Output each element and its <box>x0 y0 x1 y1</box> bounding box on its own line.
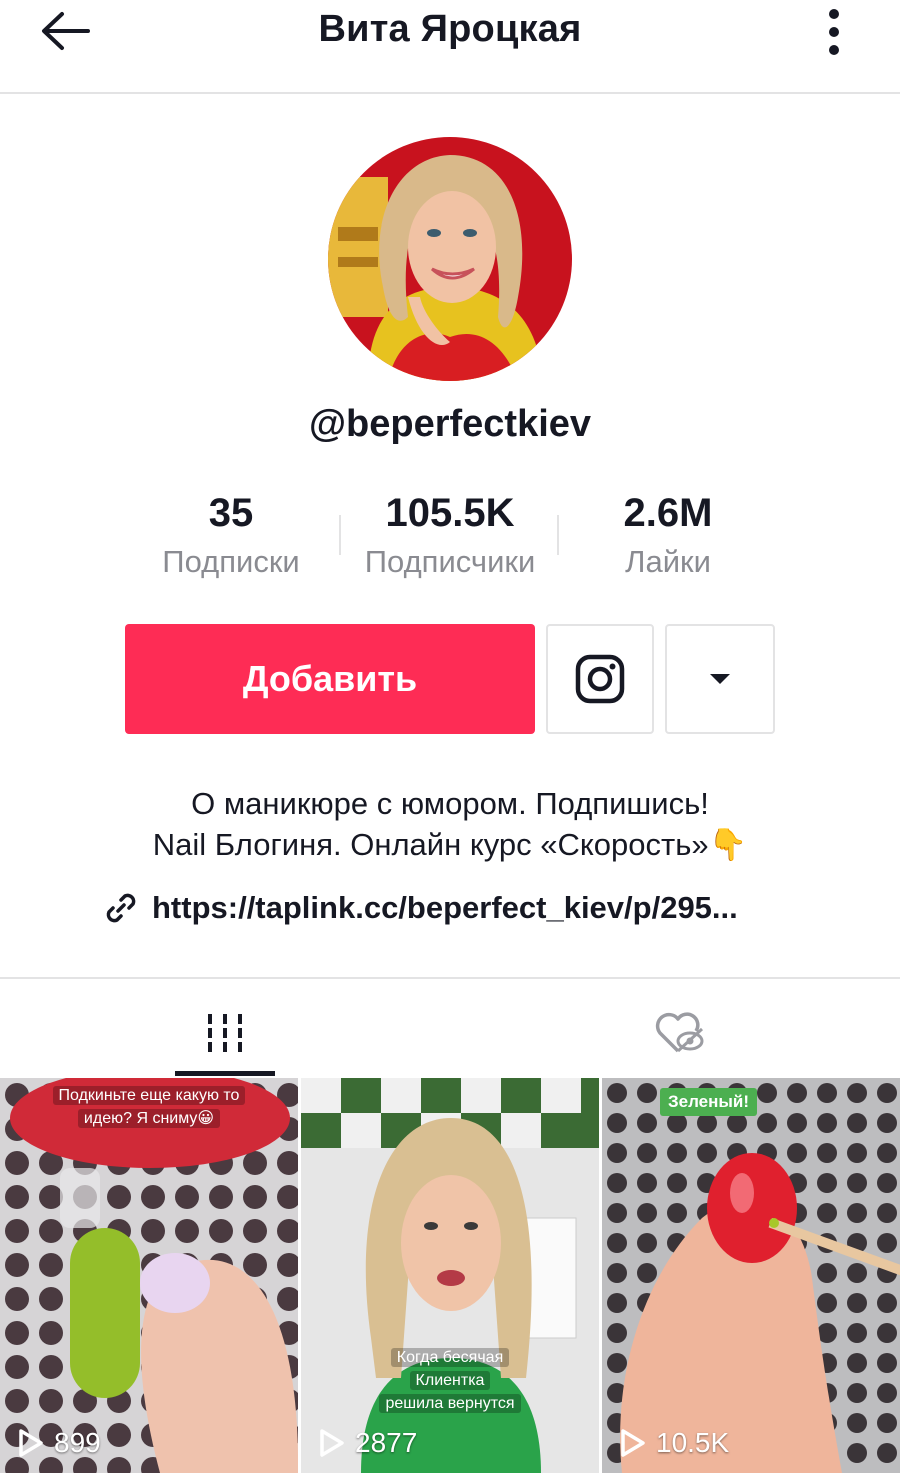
page-title: Вита Яроцкая <box>318 8 582 50</box>
view-count: 899 <box>18 1427 101 1459</box>
stat-following-value: 35 <box>208 491 254 535</box>
more-options-button[interactable] <box>816 6 852 58</box>
video-grid: Подкиньте еще какую то идею? Я сниму😀 89… <box>0 1078 900 1473</box>
profile-link[interactable]: https://taplink.cc/beperfect_kiev/p/295.… <box>104 886 738 930</box>
stat-followers[interactable]: 105.5K Подписчики <box>330 488 570 586</box>
bio-line-2: Nail Блогиня. Онлайн курс «Скорость»👇 <box>152 827 748 862</box>
tab-videos[interactable] <box>175 990 275 1076</box>
play-icon <box>320 1429 344 1457</box>
bio-line-1: О маникюре с юмором. Подпишись! <box>191 786 709 821</box>
follow-button[interactable]: Добавить <box>125 624 535 734</box>
video-caption: Подкиньте еще какую то идею? Я сниму😀 <box>14 1084 284 1130</box>
suggested-accounts-button[interactable] <box>665 624 775 734</box>
video-tile[interactable]: Зеленый! 10.5K <box>602 1078 900 1473</box>
stat-followers-label: Подписчики <box>364 544 536 579</box>
video-tile[interactable]: Подкиньте еще какую то идею? Я сниму😀 89… <box>0 1078 298 1473</box>
play-icon <box>19 1429 43 1457</box>
tab-liked[interactable] <box>630 990 730 1076</box>
link-icon <box>106 893 136 923</box>
stat-likes-value: 2.6M <box>623 491 713 535</box>
divider <box>0 977 900 979</box>
grid-icon <box>208 1014 242 1052</box>
stat-followers-value: 105.5K <box>385 491 515 535</box>
top-bar: Вита Яроцкая <box>0 0 900 94</box>
stat-following-label: Подписки <box>162 544 300 579</box>
more-vertical-icon <box>829 9 839 55</box>
video-badge: Зеленый! <box>660 1088 758 1116</box>
stat-likes[interactable]: 2.6M Лайки <box>548 488 788 586</box>
heart-hidden-icon <box>655 1012 704 1053</box>
active-tab-indicator <box>175 1071 275 1076</box>
stat-likes-label: Лайки <box>625 544 711 579</box>
video-caption: Когда бесячая Клиентка решила вернутся <box>321 1346 579 1415</box>
username: @beperfectkiev <box>308 403 592 445</box>
video-tile[interactable]: Когда бесячая Клиентка решила вернутся 2… <box>301 1078 599 1473</box>
caret-down-icon <box>710 674 730 684</box>
play-icon <box>621 1429 645 1457</box>
stat-following[interactable]: 35 Подписки <box>111 488 351 586</box>
avatar[interactable] <box>328 137 572 381</box>
view-count: 10.5K <box>620 1427 729 1459</box>
view-count: 2877 <box>319 1427 417 1459</box>
instagram-icon <box>575 654 625 704</box>
profile-link-text: https://taplink.cc/beperfect_kiev/p/295.… <box>152 890 738 925</box>
instagram-button[interactable] <box>546 624 654 734</box>
